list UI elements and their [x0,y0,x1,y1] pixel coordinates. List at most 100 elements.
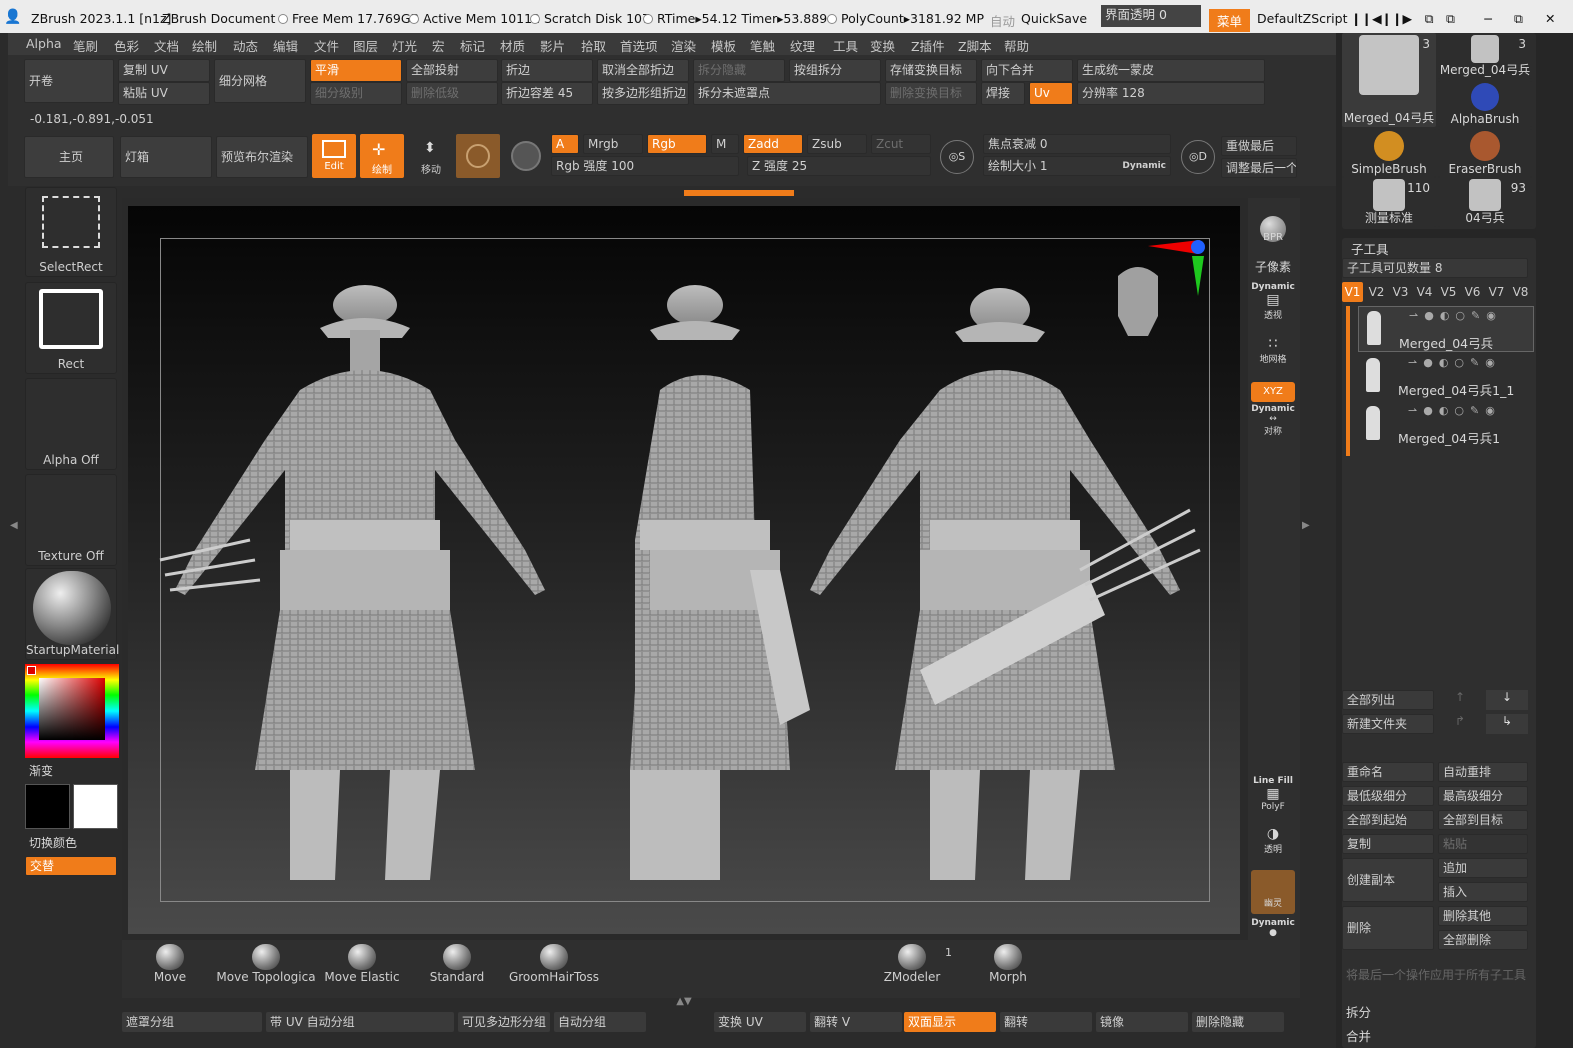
open-button[interactable]: 开卷 [24,59,114,103]
menu-button[interactable]: 菜单 [1209,9,1251,32]
menu-1[interactable]: 笔刷 [73,36,98,55]
del-lower-button[interactable]: 删除低级 [406,82,498,105]
move-down-icon[interactable]: ↓ [1486,690,1528,710]
store-morph-button[interactable]: 存储变换目标 [885,59,977,82]
crease-pg-button[interactable]: 按多边形组折边 [597,82,689,105]
paste-subtool-button[interactable]: 粘贴 [1438,834,1528,854]
zcut-toggle[interactable]: Zcut [871,134,931,154]
paste-uv-button[interactable]: 粘贴 UV [118,82,210,105]
layout-icons[interactable]: ❙❙◀❙❙▶ ⧉ ⧉ [1351,11,1455,27]
split-section[interactable]: 拆分 [1346,1002,1371,1021]
menu-4[interactable]: 绘制 [192,36,217,55]
shelf-resize-handle[interactable]: ▲▼ [620,997,748,1007]
append-button[interactable]: 追加 [1438,858,1528,878]
redo-last-button[interactable]: 重做最后 [1221,136,1297,156]
back-view-model[interactable] [810,288,1201,880]
brush-move-topologica[interactable]: Move Topologica [216,944,316,994]
ui-transparency-slider[interactable]: 界面透明 0 [1101,5,1201,27]
bottom-bar-button-9[interactable]: 删除隐藏 [1192,1012,1284,1032]
subtool-tab-v3[interactable]: V3 [1390,282,1411,302]
menu-12[interactable]: 材质 [500,36,525,55]
subtool-visibility-icons[interactable]: ⇀●◐○✎◉ [1409,309,1502,322]
transparency-button[interactable]: ◑ 透明 [1251,826,1295,866]
subtool-item[interactable]: ⇀●◐○✎◉ Merged_04弓兵 [1358,306,1534,352]
menu-19[interactable]: 纹理 [790,36,815,55]
m-toggle[interactable]: M [711,134,739,154]
lightbox-button[interactable]: 灯箱 [120,136,212,178]
move-up-icon[interactable]: ↑ [1440,690,1480,710]
bottom-bar-button-4[interactable]: 变换 UV [714,1012,806,1032]
duplicate-button[interactable]: 创建副本 [1342,858,1434,902]
split-hidden-button[interactable]: 拆分隐藏 [693,59,785,82]
persp-button[interactable]: Dynamic ▤ 透视 [1251,282,1295,326]
new-folder-button[interactable]: 新建文件夹 [1342,714,1434,734]
menu-11[interactable]: 标记 [460,36,485,55]
bottom-bar-button-2[interactable]: 可见多边形分组 [458,1012,550,1032]
weld-button[interactable]: 焊接 [981,82,1025,105]
tool-thumb-2[interactable]: AlphaBrush [1438,81,1532,127]
delete-button[interactable]: 删除 [1342,906,1434,950]
switch-color-button[interactable]: 切换颜色 [29,834,77,851]
brush-morph[interactable]: Morph [962,944,1054,994]
scroll-indicator[interactable] [1346,306,1350,456]
alpha-slot[interactable]: Alpha Off [25,378,117,470]
bottom-bar-button-8[interactable]: 镜像 [1096,1012,1188,1032]
menu-16[interactable]: 渲染 [671,36,696,55]
list-all-button[interactable]: 全部列出 [1342,690,1434,710]
alternate-toggle[interactable]: 交替 [25,856,117,876]
crease-button[interactable]: 折边 [501,59,593,82]
rename-button[interactable]: 重命名 [1342,762,1434,782]
delete-all-button[interactable]: 全部删除 [1438,930,1528,950]
menu-0[interactable]: Alpha [26,36,62,51]
local-symmetry-button[interactable]: Dynamic ↔ 对称 [1251,404,1295,444]
highest-subdiv-button[interactable]: 最高级细分 [1438,786,1528,806]
menu-14[interactable]: 拾取 [581,36,606,55]
apply-last-button[interactable]: 将最后一个操作应用于所有子工具 [1346,966,1532,983]
lazy-mouse-d-icon[interactable]: ◎D [1181,140,1215,174]
polyf-button[interactable]: Line Fill ▦ PolyF [1251,776,1295,816]
brush-move[interactable]: Move [140,944,200,994]
draw-size-slider[interactable]: 绘制大小 1 Dynamic [983,156,1171,176]
right-collapse-icon[interactable]: ▶ [1302,520,1310,531]
focal-shift-slider[interactable]: 焦点衰减 0 [983,134,1171,154]
menu-21[interactable]: 变换 [870,36,895,55]
close-icon[interactable]: ✕ [1545,11,1555,26]
all-to-start-button[interactable]: 全部到起始 [1342,810,1434,830]
primary-color-swatch[interactable] [25,784,70,829]
default-script[interactable]: DefaultZScript [1257,11,1348,26]
home-button[interactable]: 主页 [24,136,114,178]
lowest-subdiv-button[interactable]: 最低级细分 [1342,786,1434,806]
crease-tolerance-slider[interactable]: 折边容差 45 [501,82,593,105]
menu-17[interactable]: 模板 [711,36,736,55]
group-split-button[interactable]: 按组拆分 [789,59,881,82]
scale-mode-button[interactable] [456,134,500,178]
floor-button[interactable]: ∷ 地网格 [1251,336,1295,376]
brush-move-elastic[interactable]: Move Elastic [322,944,402,994]
menu-2[interactable]: 色彩 [114,36,139,55]
zsub-toggle[interactable]: Zsub [807,134,867,154]
subtool-tab-v6[interactable]: V6 [1462,282,1483,302]
bpr-button[interactable]: BPR [1251,214,1295,254]
menu-15[interactable]: 首选项 [620,36,658,55]
visible-count-slider[interactable]: 子工具可见数量 8 [1342,258,1528,278]
brush-standard[interactable]: Standard [412,944,502,994]
project-all-button[interactable]: 全部投射 [406,59,498,82]
select-rect-slot[interactable]: SelectRect [25,187,117,277]
menu-10[interactable]: 宏 [432,36,445,55]
subtool-tab-v4[interactable]: V4 [1414,282,1435,302]
bottom-bar-button-3[interactable]: 自动分组 [554,1012,646,1032]
tool-thumb-0[interactable]: Merged_04弓兵 3 [1342,33,1436,127]
bottom-bar-button-0[interactable]: 遮罩分组 [122,1012,262,1032]
texture-slot[interactable]: Texture Off [25,474,117,566]
adjust-last-button[interactable]: 调整最后一个 [1221,158,1297,178]
auto-reorder-button[interactable]: 自动重排 [1438,762,1528,782]
rotate-sphere-icon[interactable] [511,141,541,171]
split-unmasked-button[interactable]: 拆分未遮罩点 [693,82,881,105]
a-toggle[interactable]: A [551,134,579,154]
subdiv-level-slider[interactable]: 细分级别 [310,82,402,105]
menu-23[interactable]: Z脚本 [958,36,992,55]
subtool-tab-v2[interactable]: V2 [1366,282,1387,302]
menu-3[interactable]: 文档 [154,36,179,55]
menu-9[interactable]: 灯光 [392,36,417,55]
menu-8[interactable]: 图层 [353,36,378,55]
